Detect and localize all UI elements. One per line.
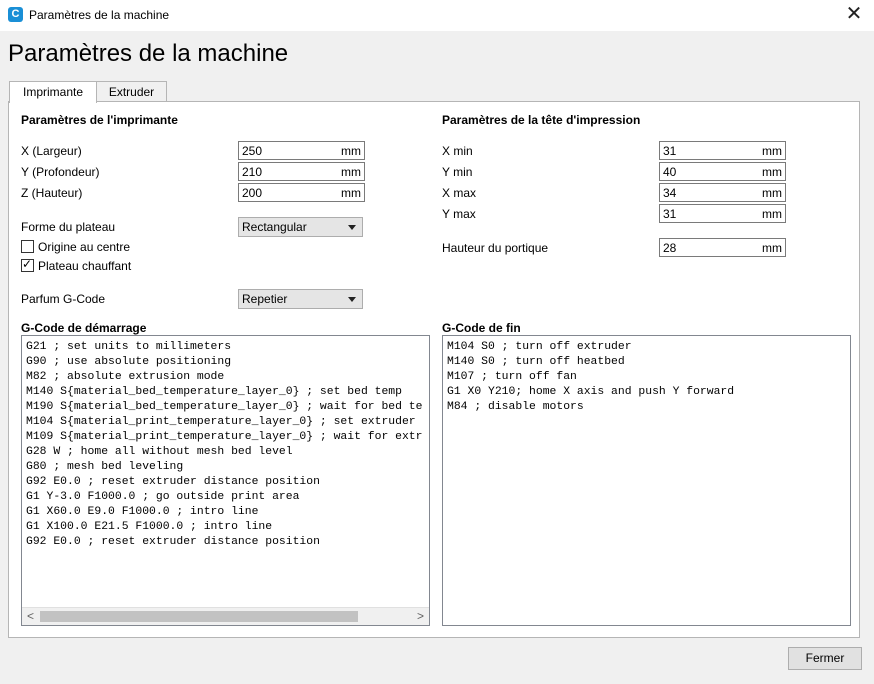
page-title: Paramètres de la machine <box>8 40 289 67</box>
tab-extruder[interactable]: Extruder <box>96 81 167 102</box>
x-min-label: X min <box>442 144 473 158</box>
scrollbar-thumb[interactable] <box>40 611 358 622</box>
x-max-value: 34 <box>663 186 677 200</box>
y-min-field[interactable]: 40 mm <box>659 162 786 181</box>
x-max-unit: mm <box>762 186 782 200</box>
depth-field[interactable]: 210 mm <box>238 162 365 181</box>
depth-label: Y (Profondeur) <box>21 165 100 179</box>
close-dialog-button[interactable]: Fermer <box>788 647 862 670</box>
start-gcode-title: G-Code de démarrage <box>21 321 147 335</box>
x-max-field[interactable]: 34 mm <box>659 183 786 202</box>
y-min-unit: mm <box>762 165 782 179</box>
printhead-settings-title: Paramètres de la tête d'impression <box>442 113 641 127</box>
start-gcode-text: G21 ; set units to millimeters G90 ; use… <box>26 341 423 548</box>
height-unit: mm <box>341 186 361 200</box>
gcode-flavor-value: Repetier <box>242 292 288 306</box>
heated-bed-checkbox[interactable]: ✓ <box>21 257 34 272</box>
window-title: Paramètres de la machine <box>29 8 170 22</box>
chevron-down-icon <box>348 225 356 230</box>
title-bar: C Paramètres de la machine ✕ <box>0 0 874 31</box>
horizontal-scrollbar[interactable]: < > <box>22 607 429 625</box>
scroll-right-icon[interactable]: > <box>412 608 429 625</box>
heated-bed-label: Plateau chauffant <box>38 259 132 273</box>
gcode-flavor-label: Parfum G-Code <box>21 292 106 306</box>
bed-shape-select[interactable]: Rectangular <box>238 217 363 237</box>
scroll-left-icon[interactable]: < <box>22 608 39 625</box>
x-min-value: 31 <box>663 144 677 158</box>
y-max-label: Y max <box>442 207 476 221</box>
origin-center-label: Origine au centre <box>38 240 131 254</box>
width-value: 250 <box>242 144 263 158</box>
start-gcode-editor[interactable]: G21 ; set units to millimeters G90 ; use… <box>21 335 430 626</box>
x-min-unit: mm <box>762 144 782 158</box>
settings-panel: Paramètres de l'imprimante X (Largeur) 2… <box>8 101 860 638</box>
y-max-unit: mm <box>762 207 782 221</box>
height-field[interactable]: 200 mm <box>238 183 365 202</box>
width-unit: mm <box>341 144 361 158</box>
width-field[interactable]: 250 mm <box>238 141 365 160</box>
height-value: 200 <box>242 186 263 200</box>
origin-center-checkbox[interactable] <box>21 240 34 253</box>
depth-value: 210 <box>242 165 263 179</box>
bed-shape-value: Rectangular <box>242 220 307 234</box>
y-max-field[interactable]: 31 mm <box>659 204 786 223</box>
end-gcode-title: G-Code de fin <box>442 321 521 335</box>
printer-settings-title: Paramètres de l'imprimante <box>21 113 178 127</box>
tab-imprimante[interactable]: Imprimante <box>9 81 97 103</box>
chevron-down-icon <box>348 297 356 302</box>
height-label: Z (Hauteur) <box>21 186 83 200</box>
bed-shape-label: Forme du plateau <box>21 220 116 234</box>
gantry-height-value: 28 <box>663 241 677 255</box>
end-gcode-text: M104 S0 ; turn off extruder M140 S0 ; tu… <box>447 341 735 413</box>
gantry-height-unit: mm <box>762 241 782 255</box>
close-window-button[interactable]: ✕ <box>842 4 866 26</box>
gantry-height-field[interactable]: 28 mm <box>659 238 786 257</box>
gantry-height-label: Hauteur du portique <box>442 241 549 255</box>
depth-unit: mm <box>341 165 361 179</box>
x-max-label: X max <box>442 186 477 200</box>
y-max-value: 31 <box>663 207 677 221</box>
cura-app-icon: C <box>8 7 23 22</box>
y-min-label: Y min <box>442 165 473 179</box>
width-label: X (Largeur) <box>21 144 82 158</box>
x-min-field[interactable]: 31 mm <box>659 141 786 160</box>
gcode-flavor-select[interactable]: Repetier <box>238 289 363 309</box>
end-gcode-editor[interactable]: M104 S0 ; turn off extruder M140 S0 ; tu… <box>442 335 851 626</box>
y-min-value: 40 <box>663 165 677 179</box>
checkmark-icon: ✓ <box>22 257 33 271</box>
